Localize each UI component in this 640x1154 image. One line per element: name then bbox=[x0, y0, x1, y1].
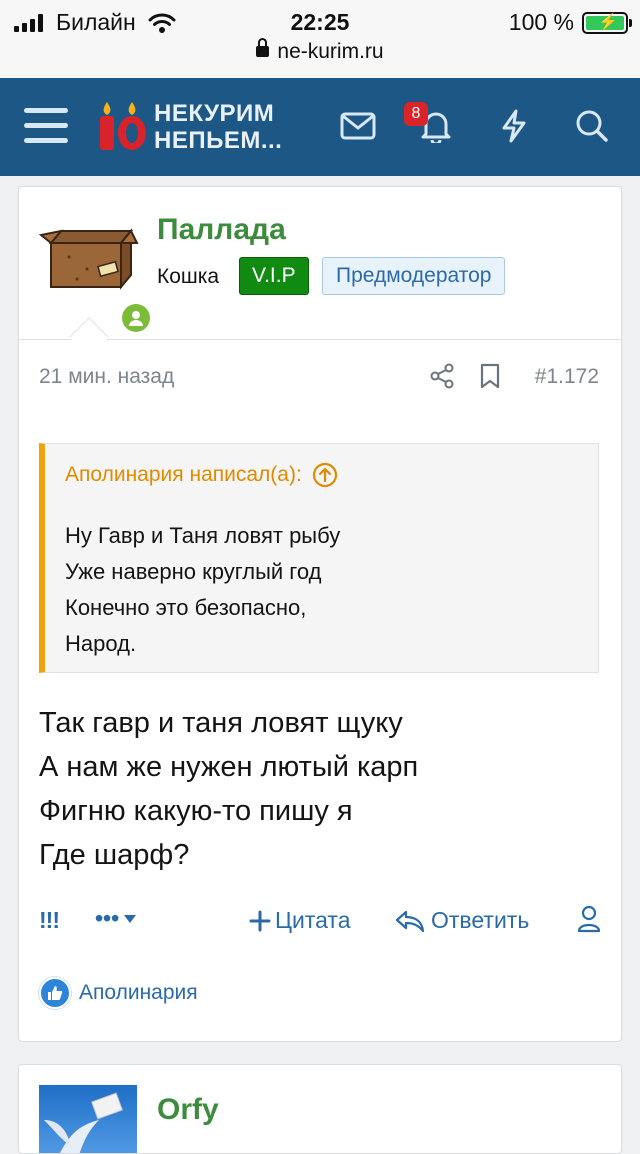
quote-author[interactable]: Аполинария написал(а): bbox=[65, 463, 302, 487]
search-icon[interactable] bbox=[572, 106, 612, 146]
divider-arrow bbox=[69, 317, 109, 357]
reaction-user[interactable]: Аполинария bbox=[79, 981, 198, 1005]
user-title: Кошка bbox=[157, 265, 220, 288]
battery-percent: 100 % bbox=[508, 9, 574, 35]
logo-line-2: НЕПЬЕМ... bbox=[154, 127, 283, 154]
message-line: Где шарф? bbox=[39, 839, 190, 871]
lock-icon bbox=[256, 38, 270, 59]
reply-button-label: Ответить bbox=[431, 907, 530, 933]
reactions-bar[interactable]: Аполинария bbox=[39, 977, 198, 1009]
menu-icon[interactable] bbox=[24, 108, 68, 144]
message-line: А нам же нужен лютый карп bbox=[39, 751, 419, 783]
quote-line: Уже наверно круглый год bbox=[65, 559, 322, 584]
site-header: НЕКУРИМ НЕПЬЕМ... 8 bbox=[0, 78, 640, 176]
more-dots: ••• bbox=[95, 905, 120, 931]
message-line: Так гавр и таня ловят щуку bbox=[39, 707, 403, 739]
post-time[interactable]: 21 мин. назад bbox=[39, 365, 174, 389]
premoderator-banner: Предмодератор bbox=[322, 257, 506, 295]
quote-block: Аполинария написал(а): Ну Гавр и Таня ло… bbox=[39, 443, 599, 673]
bird-avatar-icon bbox=[44, 1092, 123, 1153]
battery-icon: ⚡ bbox=[582, 12, 632, 34]
quote-text: Ну Гавр и Таня ловят рыбу Уже наверно кр… bbox=[65, 518, 340, 662]
url-bar[interactable]: ne-kurim.ru bbox=[0, 38, 640, 64]
share-icon[interactable] bbox=[429, 363, 455, 394]
message-line: Фигню какую-то пишу я bbox=[39, 795, 353, 827]
quote-button[interactable]: Цитата bbox=[249, 907, 351, 934]
next-post-username[interactable]: Orfy bbox=[157, 1093, 219, 1127]
like-icon bbox=[39, 977, 71, 1009]
quote-header[interactable]: Аполинария написал(а): bbox=[65, 462, 338, 488]
online-status-icon bbox=[119, 301, 153, 335]
post-actions: !!! ••• Цитата Ответить bbox=[39, 905, 601, 941]
next-post-card: Orfy bbox=[18, 1064, 622, 1154]
quote-line: Народ. bbox=[65, 631, 137, 656]
site-logo[interactable]: НЕКУРИМ НЕПЬЕМ... bbox=[96, 100, 296, 156]
quote-button-label: Цитата bbox=[275, 907, 351, 933]
header-divider bbox=[19, 339, 621, 340]
report-button[interactable]: !!! bbox=[39, 907, 60, 934]
bookmark-icon[interactable] bbox=[479, 363, 501, 394]
reply-button[interactable]: Ответить bbox=[395, 907, 529, 934]
more-actions-button[interactable]: ••• bbox=[95, 905, 137, 932]
vip-banner: V.I.P bbox=[239, 257, 309, 295]
post-card: Паллада Кошка V.I.P Предмодератор 21 мин… bbox=[18, 186, 622, 1042]
ios-status-bar: Билайн 22:25 100 % ⚡ ne-kurim.ru bbox=[0, 0, 640, 78]
url-text: ne-kurim.ru bbox=[277, 40, 384, 63]
lightning-icon[interactable] bbox=[494, 106, 534, 146]
chevron-down-icon bbox=[124, 914, 137, 923]
post-message: Так гавр и таня ловят щуку А нам же нуже… bbox=[39, 701, 418, 877]
post-number[interactable]: #1.172 bbox=[535, 365, 599, 389]
quote-line: Ну Гавр и Таня ловят рыбу bbox=[65, 523, 341, 548]
post-username[interactable]: Паллада bbox=[157, 213, 286, 247]
notification-badge[interactable]: 8 bbox=[404, 102, 428, 126]
quote-line: Конечно это безопасно, bbox=[65, 595, 307, 620]
messages-icon[interactable] bbox=[338, 106, 378, 146]
reply-icon bbox=[395, 910, 425, 932]
user-avatar[interactable] bbox=[38, 209, 153, 335]
user-icon[interactable] bbox=[577, 905, 601, 939]
next-user-avatar[interactable] bbox=[39, 1085, 137, 1153]
logo-line-1: НЕКУРИМ bbox=[154, 100, 275, 127]
box-avatar-icon bbox=[38, 228, 139, 290]
go-to-quote-icon[interactable] bbox=[312, 462, 338, 488]
candle-logo-icon bbox=[100, 102, 146, 150]
plus-icon bbox=[249, 910, 271, 931]
